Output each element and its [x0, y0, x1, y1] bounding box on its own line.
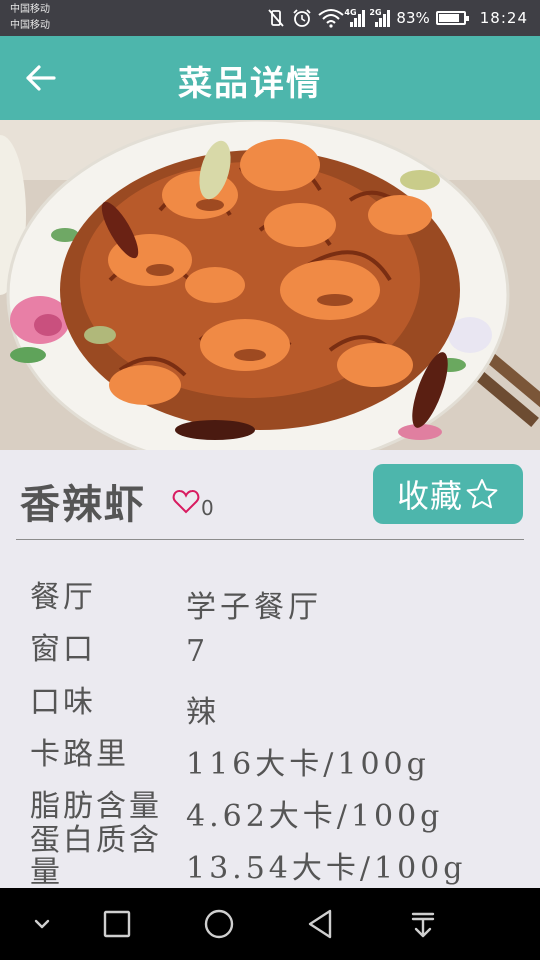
label-taste: 口味: [30, 685, 96, 720]
app-bar: 菜品详情: [0, 36, 540, 120]
dish-photo: [0, 120, 540, 450]
label-restaurant: 餐厅: [30, 580, 96, 615]
divider: [16, 539, 524, 540]
dish-name: 香辣虾: [20, 481, 146, 528]
alarm-icon: [293, 9, 312, 27]
carrier-label-2: 中国移动: [10, 20, 50, 31]
label-fat: 脂肪含量: [30, 789, 162, 824]
signal-4g-icon: 4G: [344, 8, 366, 27]
signal-2g-icon: 2G: [369, 8, 391, 27]
page-title: 菜品详情: [178, 64, 322, 104]
navigation-bar: [0, 888, 540, 960]
value-restaurant: 学子餐厅: [186, 590, 322, 625]
battery-percent: 83%: [396, 9, 430, 27]
value-taste: 辣: [186, 695, 220, 730]
clock: 18:24: [479, 9, 528, 27]
network-type-2: 2G: [369, 8, 382, 17]
carrier-label-1: 中国移动: [10, 4, 50, 15]
notification-pull-icon[interactable]: [405, 906, 441, 942]
like-count: 0: [201, 496, 214, 520]
back-button[interactable]: [24, 62, 60, 94]
value-fat: 4.62大卡/100g: [186, 799, 444, 834]
star-outline-icon: [466, 479, 498, 509]
battery-icon: [435, 11, 469, 25]
favorite-button[interactable]: 收藏: [373, 464, 523, 524]
label-protein: 蛋白质含量: [30, 823, 162, 890]
status-bar: 中国移动 中国移动 4G 2G 83% 18:24: [0, 0, 540, 36]
value-protein: 13.54大卡/100g: [186, 851, 467, 886]
label-window: 窗口: [30, 632, 96, 667]
chevron-down-icon[interactable]: [24, 906, 60, 942]
value-window: 7: [186, 634, 210, 669]
value-calories: 116大卡/100g: [186, 747, 430, 782]
vibrate-off-icon: [268, 9, 285, 27]
favorite-label: 收藏: [396, 477, 463, 515]
home-icon[interactable]: [201, 906, 237, 942]
label-calories: 卡路里: [30, 737, 129, 772]
heart-outline-icon[interactable]: [172, 488, 200, 514]
wifi-icon: [318, 9, 345, 28]
back-triangle-icon[interactable]: [303, 906, 339, 942]
recent-apps-icon[interactable]: [99, 906, 135, 942]
arrow-left-icon: [26, 65, 56, 91]
network-type-1: 4G: [344, 8, 357, 17]
